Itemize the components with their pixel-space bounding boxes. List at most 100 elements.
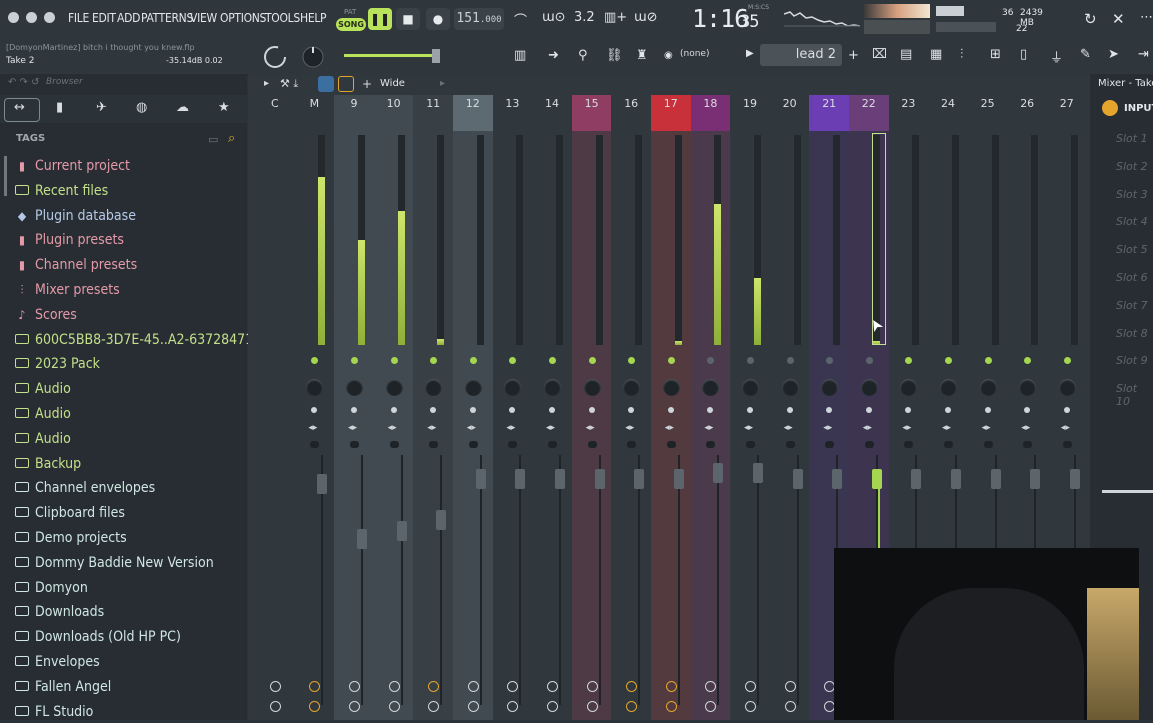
mixer-strip-number[interactable]: M	[295, 95, 335, 113]
refresh-icon[interactable]: ↻	[1084, 10, 1097, 28]
mixer-tool-icons[interactable]: ⚒ ⤓	[280, 77, 298, 91]
clock-icon[interactable]	[665, 701, 677, 712]
browser-item[interactable]: ◆ Plugin database	[15, 205, 136, 227]
swap-button[interactable]	[983, 441, 993, 448]
mute-led[interactable]	[1063, 357, 1071, 364]
stereo-separation-icon[interactable]: ◂▸	[388, 423, 397, 433]
volume-fader[interactable]	[832, 469, 843, 489]
route-icon[interactable]	[348, 681, 360, 692]
swap-button[interactable]	[864, 441, 874, 448]
mute-led[interactable]	[311, 357, 319, 364]
mixer-strip-number[interactable]: 12	[453, 95, 493, 131]
mute-led[interactable]	[390, 357, 398, 364]
menu-options[interactable]: OPTIONS	[220, 11, 266, 25]
route-icon[interactable]	[665, 681, 677, 692]
browser-item[interactable]: 600C5BB8-3D7E-45..A2-63728471F664	[15, 329, 284, 351]
swap-button[interactable]	[943, 441, 953, 448]
master-volume-knob[interactable]	[262, 44, 290, 70]
plugin-tab-icon[interactable]: ✈	[96, 100, 107, 115]
mixer-mode-button-2[interactable]	[338, 76, 354, 92]
volume-fader[interactable]	[950, 469, 961, 489]
stereo-dot[interactable]	[430, 407, 437, 413]
swap-button[interactable]	[1062, 441, 1072, 448]
mixer-strip-number[interactable]: 25	[968, 95, 1008, 113]
pan-knob[interactable]	[702, 379, 720, 396]
pan-knob[interactable]	[821, 379, 839, 396]
mixer-strip-number[interactable]: 15	[571, 95, 612, 131]
swap-button[interactable]	[310, 441, 320, 448]
tempo-display[interactable]: 151.000	[454, 8, 504, 30]
swap-button[interactable]	[508, 441, 518, 448]
file-icon[interactable]: ▯	[1020, 47, 1027, 62]
stereo-dot[interactable]	[1063, 407, 1070, 413]
pencil-icon[interactable]: ✎	[1080, 47, 1091, 62]
browser-item[interactable]: Fallen Angel	[15, 676, 111, 698]
master-level-slider[interactable]	[344, 54, 436, 57]
mute-led[interactable]	[984, 357, 992, 364]
link-icon[interactable]: ⛓	[606, 48, 623, 63]
mute-led[interactable]	[905, 357, 913, 364]
volume-fader[interactable]	[752, 463, 763, 483]
clock-icon[interactable]	[388, 701, 400, 712]
pan-knob[interactable]	[543, 379, 561, 396]
volume-fader[interactable]	[1030, 469, 1041, 489]
pan-knob[interactable]	[979, 379, 997, 396]
stereo-separation-icon[interactable]: ◂▸	[902, 423, 911, 433]
mixer-strip[interactable]: 20Insert 20◂▸	[769, 95, 825, 720]
route-icon[interactable]	[546, 681, 558, 692]
swap-button[interactable]	[825, 441, 835, 448]
loop-record-icon[interactable]: ɯ⊘	[634, 10, 658, 25]
mixer-strip[interactable]: 12Guitts - Screeching◂▸	[453, 95, 508, 720]
pan-knob[interactable]	[504, 379, 522, 396]
channel-rack-icon[interactable]: ▤	[900, 47, 912, 62]
volume-fader[interactable]	[673, 469, 684, 489]
browser-nav-icons[interactable]: ↶ ↷ ↺	[8, 77, 40, 88]
stereo-separation-icon[interactable]: ◂▸	[942, 423, 951, 433]
browser-item[interactable]: Domyon	[15, 577, 88, 599]
menu-add[interactable]: ADD	[117, 11, 140, 25]
window-maximize-button[interactable]	[44, 12, 55, 23]
insert-slot[interactable]: Slot 1	[1116, 132, 1148, 145]
mixer-strip[interactable]: 19REC◂▸	[730, 95, 785, 720]
add-pattern-icon[interactable]: +	[848, 48, 859, 63]
cloud-tab-icon[interactable]: ☁	[176, 100, 189, 115]
volume-fader[interactable]	[436, 510, 447, 530]
pan-knob[interactable]	[741, 379, 759, 396]
pan-knob[interactable]	[623, 379, 641, 396]
browser-scrollbar[interactable]	[4, 156, 7, 196]
mixer-strip-number[interactable]: 18	[690, 95, 731, 131]
stereo-separation-icon[interactable]: ◂▸	[863, 423, 872, 433]
pan-knob[interactable]	[1058, 379, 1076, 396]
clock-icon[interactable]	[546, 701, 558, 712]
stereo-dot[interactable]	[1024, 407, 1031, 413]
mixer-strip[interactable]: 15Insert 15◂▸	[571, 95, 627, 720]
stereo-separation-icon[interactable]: ◂▸	[308, 423, 317, 433]
pan-knob[interactable]	[662, 379, 680, 396]
mute-led[interactable]	[826, 357, 834, 364]
volume-fader[interactable]	[475, 469, 486, 489]
mute-led[interactable]	[509, 357, 517, 364]
volume-fader[interactable]	[554, 469, 565, 489]
stereo-dot[interactable]	[746, 407, 753, 413]
stereo-separation-icon[interactable]: ◂▸	[467, 423, 476, 433]
none-selector[interactable]: (none)	[680, 49, 709, 59]
clock-icon[interactable]	[309, 701, 321, 712]
mixer-strip-number[interactable]: 19	[730, 95, 770, 113]
stereo-separation-icon[interactable]: ◂▸	[823, 423, 832, 433]
browser-item[interactable]: Audio	[15, 428, 71, 450]
stereo-dot[interactable]	[350, 407, 357, 413]
close-tools-icon[interactable]: ✕	[1112, 10, 1125, 28]
route-icon[interactable]	[784, 681, 796, 692]
browser-item[interactable]: 2023 Pack	[15, 353, 100, 375]
mute-led[interactable]	[667, 357, 675, 364]
route-icon[interactable]	[744, 681, 756, 692]
menu-file[interactable]: FILE	[68, 11, 89, 25]
swap-button[interactable]	[1023, 441, 1033, 448]
mixer-strip-number[interactable]: 21	[809, 95, 849, 131]
stereo-separation-icon[interactable]: ◂▸	[586, 423, 595, 433]
insert-slot[interactable]: Slot 6	[1116, 271, 1148, 284]
mixer-strip-number[interactable]: 26	[1007, 95, 1047, 113]
stereo-dot[interactable]	[469, 407, 476, 413]
window-close-button[interactable]	[8, 12, 19, 23]
volume-fader[interactable]	[515, 469, 526, 489]
